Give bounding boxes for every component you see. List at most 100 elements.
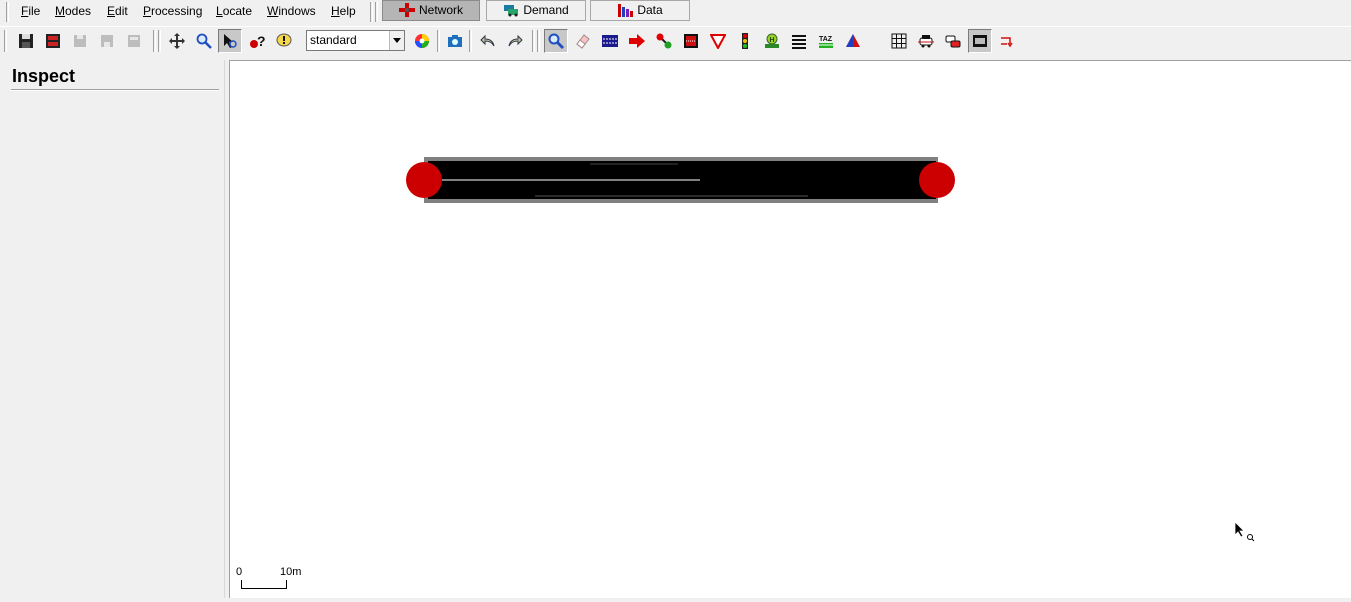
show-connections-button[interactable] xyxy=(968,29,992,53)
save-demand-button[interactable] xyxy=(95,29,119,53)
inspect-mode-button[interactable] xyxy=(544,29,568,53)
color-wheel-icon xyxy=(415,34,429,48)
show-demand-elements-button[interactable] xyxy=(941,29,965,53)
edit-coloring-button[interactable] xyxy=(410,29,434,53)
demand-mode-icon xyxy=(504,4,519,17)
save-additionals-button[interactable] xyxy=(68,29,92,53)
inspect-title: Inspect xyxy=(12,66,76,86)
cars-icon xyxy=(945,35,961,48)
taz-mode-button[interactable]: TAZ xyxy=(814,29,838,53)
undo-icon xyxy=(480,34,495,47)
screenshot-button[interactable] xyxy=(443,29,467,53)
menu-locate[interactable]: Locate xyxy=(216,4,252,20)
bus-stop-icon: H xyxy=(765,33,779,48)
cursor-icon xyxy=(1234,521,1255,542)
menu-help[interactable]: Help xyxy=(331,4,356,20)
svg-text:TAZ: TAZ xyxy=(819,36,833,43)
chevron-down-icon[interactable] xyxy=(389,31,404,50)
svg-text:H: H xyxy=(770,37,775,44)
toolbar-grip[interactable] xyxy=(370,2,373,22)
supermode-network-button[interactable]: Network xyxy=(382,0,480,21)
polygon-mode-button[interactable] xyxy=(841,29,865,53)
save-disabled-icon xyxy=(128,35,140,47)
connection-mode-button[interactable] xyxy=(679,29,703,53)
change-all-phases-button[interactable] xyxy=(995,29,1019,53)
menu-file[interactable]: File xyxy=(21,4,40,20)
traffic-light-mode-button[interactable] xyxy=(733,29,757,53)
menu-bar: File Modes Edit Processing Locate Window… xyxy=(0,0,1351,24)
status-strip xyxy=(0,598,1351,602)
menu-windows[interactable]: Windows xyxy=(267,4,316,20)
redo-button[interactable] xyxy=(503,29,527,53)
inspect-divider xyxy=(11,89,219,91)
supermode-data-label: Data xyxy=(637,3,663,17)
supermode-demand-label: Demand xyxy=(523,3,569,17)
save-network-button[interactable] xyxy=(14,29,38,53)
yield-triangle-icon xyxy=(710,34,726,49)
save-all-button[interactable] xyxy=(41,29,65,53)
cursor-magnifier-icon xyxy=(224,34,237,48)
question-icon: ? xyxy=(250,33,265,49)
traffic-light-icon xyxy=(742,33,748,49)
toolbar-grip[interactable] xyxy=(6,2,9,22)
polygon-icon xyxy=(846,34,860,47)
inspect-panel: Inspect xyxy=(6,60,225,598)
save-data-button[interactable] xyxy=(122,29,146,53)
connection-icon xyxy=(684,34,698,48)
message-button[interactable] xyxy=(272,29,296,53)
supermode-data-button[interactable]: Data xyxy=(590,0,690,21)
save-all-icon xyxy=(46,34,60,48)
crossing-mode-button[interactable] xyxy=(787,29,811,53)
redo-icon xyxy=(508,34,523,47)
toggle-help-button[interactable]: ? xyxy=(245,29,269,53)
network-mode-icon xyxy=(398,2,415,17)
turn-arrows-icon xyxy=(1001,37,1013,48)
main-toolbar: ? standard H TAZ xyxy=(0,26,1351,54)
network-canvas[interactable]: 0 10m xyxy=(229,60,1351,598)
grid-icon xyxy=(891,33,907,49)
recenter-view-button[interactable] xyxy=(165,29,189,53)
inspect-magnifier-icon xyxy=(548,33,564,49)
menu-edit[interactable]: Edit xyxy=(107,4,128,20)
draw-spread-vehicles-button[interactable] xyxy=(914,29,938,53)
move-mode-button[interactable] xyxy=(625,29,649,53)
color-scheme-value: standard xyxy=(310,33,357,47)
additional-mode-button[interactable]: H xyxy=(760,29,784,53)
zoom-button[interactable] xyxy=(192,29,216,53)
delete-mode-button[interactable] xyxy=(571,29,595,53)
toolbar-grip[interactable] xyxy=(375,2,378,22)
taz-icon: TAZ xyxy=(819,36,833,48)
menu-modes[interactable]: Modes xyxy=(55,4,91,20)
prohibition-mode-button[interactable] xyxy=(706,29,730,53)
car-lanes-icon xyxy=(918,35,934,48)
toggle-grid-button[interactable] xyxy=(887,29,911,53)
scale-bar xyxy=(241,580,287,589)
toolbar-separator xyxy=(532,30,535,52)
data-mode-icon xyxy=(618,3,634,17)
locate-junction-button[interactable] xyxy=(218,29,242,53)
save-icon xyxy=(19,34,33,48)
toolbar-separator xyxy=(4,30,7,52)
toolbar-separator xyxy=(537,30,540,52)
toolbar-separator xyxy=(158,30,161,52)
junction-end[interactable] xyxy=(919,162,955,198)
camera-icon xyxy=(448,35,462,47)
toolbar-separator xyxy=(153,30,156,52)
toolbar-separator xyxy=(437,30,440,52)
scale-end-label: 10m xyxy=(280,566,302,578)
create-edge-button[interactable] xyxy=(652,29,676,53)
select-lanes-icon xyxy=(602,35,618,47)
junction-start[interactable] xyxy=(406,162,442,198)
color-scheme-select[interactable]: standard xyxy=(306,30,405,51)
eraser-icon xyxy=(576,34,590,49)
save-disabled-icon xyxy=(101,35,113,47)
create-edge-icon xyxy=(656,33,672,49)
supermode-demand-button[interactable]: Demand xyxy=(486,0,586,21)
red-arrow-icon xyxy=(629,34,645,48)
svg-text:?: ? xyxy=(257,33,265,49)
toolbar-separator xyxy=(469,30,472,52)
menu-processing[interactable]: Processing xyxy=(143,4,202,20)
undo-button[interactable] xyxy=(476,29,500,53)
select-mode-button[interactable] xyxy=(598,29,622,53)
magnifier-icon xyxy=(196,33,212,49)
